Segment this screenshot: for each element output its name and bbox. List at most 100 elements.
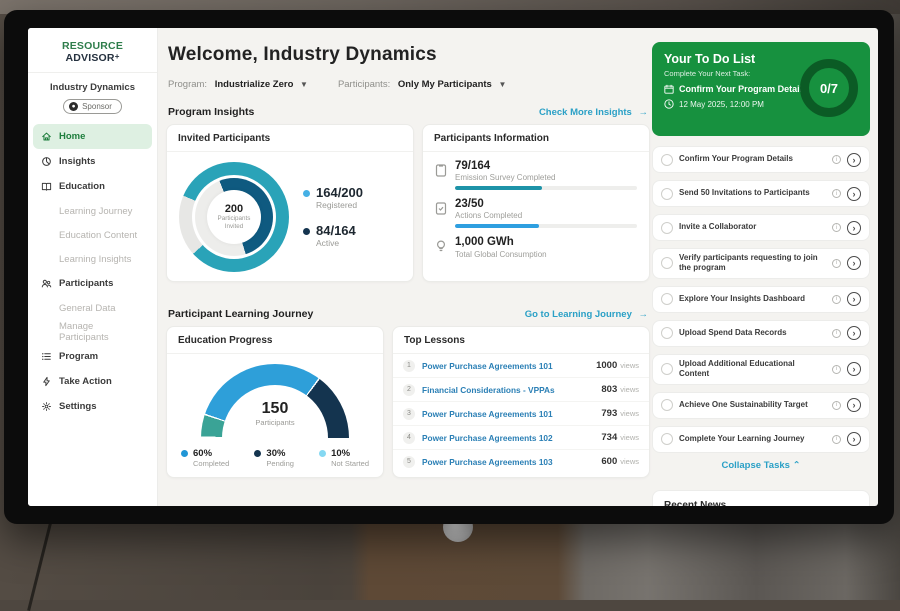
sidebar-item-insights[interactable]: Insights: [33, 149, 152, 174]
chevron-right-icon[interactable]: ›: [847, 153, 861, 167]
lesson-views-suffix: views: [620, 385, 639, 394]
todo-task-item[interactable]: Explore Your Insights Dashboard i ›: [652, 286, 870, 313]
todo-task-item[interactable]: Achieve One Sustainability Target i ›: [652, 392, 870, 419]
insights-cards-row: Invited Participants 200 Participants In…: [166, 124, 650, 282]
sidebar-item-program[interactable]: Program: [33, 344, 152, 369]
sidebar-item-general-data[interactable]: General Data: [33, 296, 152, 320]
info-icon[interactable]: i: [832, 189, 841, 198]
chevron-right-icon[interactable]: ›: [847, 326, 861, 340]
legend-label: Completed: [193, 459, 229, 468]
gauge-legend-item: 60% Completed: [181, 448, 229, 468]
donut-legend-item: 84/164 Active: [303, 224, 363, 248]
sidebar-item-participants[interactable]: Participants: [33, 271, 152, 296]
legend-label: Pending: [266, 459, 294, 468]
legend-value: 84/164: [316, 224, 356, 238]
sidebar-item-take-action[interactable]: Take Action: [33, 369, 152, 394]
lesson-link[interactable]: Power Purchase Agreements 103: [422, 457, 594, 467]
sidebar-item-label: Learning Insights: [59, 254, 131, 265]
lesson-link[interactable]: Power Purchase Agreements 101: [422, 409, 594, 419]
chevron-down-icon: ▼: [498, 80, 506, 89]
stat-value: 1,000 GWh: [455, 236, 547, 249]
task-checkbox[interactable]: [661, 363, 673, 375]
stat-row: 1,000 GWh Total Global Consumption: [423, 228, 649, 258]
info-icon[interactable]: i: [832, 401, 841, 410]
todo-task-item[interactable]: Complete Your Learning Journey i ›: [652, 426, 870, 453]
lesson-rank: 5: [403, 456, 415, 468]
main-content: Welcome, Industry Dynamics Program: Indu…: [166, 28, 650, 506]
task-checkbox[interactable]: [661, 188, 673, 200]
app-logo: RESOURCE ADVISOR+: [28, 28, 157, 73]
sidebar-item-learning-journey[interactable]: Learning Journey: [33, 199, 152, 223]
task-checkbox[interactable]: [661, 257, 673, 269]
info-icon[interactable]: i: [832, 259, 841, 268]
program-insights-header: Program Insights Check More Insights →: [168, 106, 648, 118]
chevron-right-icon[interactable]: ›: [847, 221, 861, 235]
todo-task-item[interactable]: Upload Spend Data Records i ›: [652, 320, 870, 347]
lesson-link[interactable]: Financial Considerations - VPPAs: [422, 385, 594, 395]
lesson-link[interactable]: Power Purchase Agreements 101: [422, 361, 589, 371]
info-icon[interactable]: i: [832, 435, 841, 444]
legend-value: 60%: [193, 448, 229, 459]
task-checkbox[interactable]: [661, 327, 673, 339]
lesson-row: 2 Financial Considerations - VPPAs 803vi…: [393, 378, 649, 402]
home-icon: [41, 131, 52, 142]
invited-donut-chart: 200 Participants Invited: [179, 162, 289, 272]
todo-task-item[interactable]: Send 50 Invitations to Participants i ›: [652, 180, 870, 207]
task-checkbox[interactable]: [661, 433, 673, 445]
gear-icon: [41, 401, 52, 412]
task-label: Confirm Your Program Details: [679, 154, 826, 164]
participants-value: Only My Participants: [398, 79, 492, 90]
check-more-insights-link[interactable]: Check More Insights →: [539, 107, 648, 118]
chevron-right-icon[interactable]: ›: [847, 432, 861, 446]
sidebar-item-learning-insights[interactable]: Learning Insights: [33, 247, 152, 271]
legend-dot: [319, 450, 326, 457]
sidebar-item-settings[interactable]: Settings: [33, 394, 152, 419]
arrow-right-icon: →: [639, 107, 649, 118]
chevron-right-icon[interactable]: ›: [847, 398, 861, 412]
task-checkbox[interactable]: [661, 154, 673, 166]
lesson-views-count: 803: [601, 384, 617, 395]
todo-task-item[interactable]: Confirm Your Program Details i ›: [652, 146, 870, 173]
participants-select[interactable]: Participants: Only My Participants ▼: [338, 79, 506, 90]
todo-task-item[interactable]: Verify participants requesting to join t…: [652, 248, 870, 279]
sidebar-item-education-content[interactable]: Education Content: [33, 223, 152, 247]
stat-row: 79/164 Emission Survey Completed: [423, 152, 649, 190]
chevron-right-icon[interactable]: ›: [847, 256, 861, 270]
logo-resource: RESOURCE: [62, 40, 123, 52]
lesson-link[interactable]: Power Purchase Agreements 102: [422, 433, 594, 443]
donut-center-label: 200 Participants Invited: [179, 162, 289, 272]
program-select[interactable]: Program: Industrialize Zero ▼: [168, 79, 308, 90]
gauge-legend-item: 30% Pending: [254, 448, 294, 468]
info-icon[interactable]: i: [832, 295, 841, 304]
donut-legend: 164/200 Registered 84/164 Active: [303, 186, 363, 249]
chevron-right-icon[interactable]: ›: [847, 362, 861, 376]
sidebar-item-manage-participants[interactable]: Manage Participants: [33, 320, 152, 344]
chevron-right-icon[interactable]: ›: [847, 292, 861, 306]
info-icon[interactable]: i: [832, 223, 841, 232]
task-checkbox[interactable]: [661, 399, 673, 411]
sponsor-badge[interactable]: ● Sponsor: [63, 99, 122, 114]
top-lessons-card: Top Lessons 1 Power Purchase Agreements …: [392, 326, 650, 478]
sidebar-item-home[interactable]: Home: [33, 124, 152, 149]
todo-task-item[interactable]: Invite a Collaborator i ›: [652, 214, 870, 241]
legend-dot: [303, 228, 310, 235]
sidebar-item-education[interactable]: Education: [33, 174, 152, 199]
page-title: Welcome, Industry Dynamics: [168, 44, 437, 66]
task-checkbox[interactable]: [661, 222, 673, 234]
task-checkbox[interactable]: [661, 293, 673, 305]
legend-dot: [303, 190, 310, 197]
collapse-tasks-link[interactable]: Collapse Tasks ⌃: [721, 460, 800, 471]
calendar-icon: [664, 84, 674, 94]
gauge-center-caption: Participants: [201, 418, 349, 427]
info-icon[interactable]: i: [832, 329, 841, 338]
legend-dot: [254, 450, 261, 457]
todo-task-item[interactable]: Upload Additional Educational Content i …: [652, 354, 870, 385]
info-icon[interactable]: i: [832, 155, 841, 164]
gauge-legend: 60% Completed 30% Pending 10% Not Starte…: [167, 440, 383, 468]
bulb-icon: [435, 239, 447, 253]
info-icon[interactable]: i: [832, 365, 841, 374]
task-label: Explore Your Insights Dashboard: [679, 294, 826, 304]
chevron-right-icon[interactable]: ›: [847, 187, 861, 201]
go-to-learning-journey-link[interactable]: Go to Learning Journey →: [525, 309, 648, 320]
lesson-row: 3 Power Purchase Agreements 101 793views: [393, 402, 649, 426]
